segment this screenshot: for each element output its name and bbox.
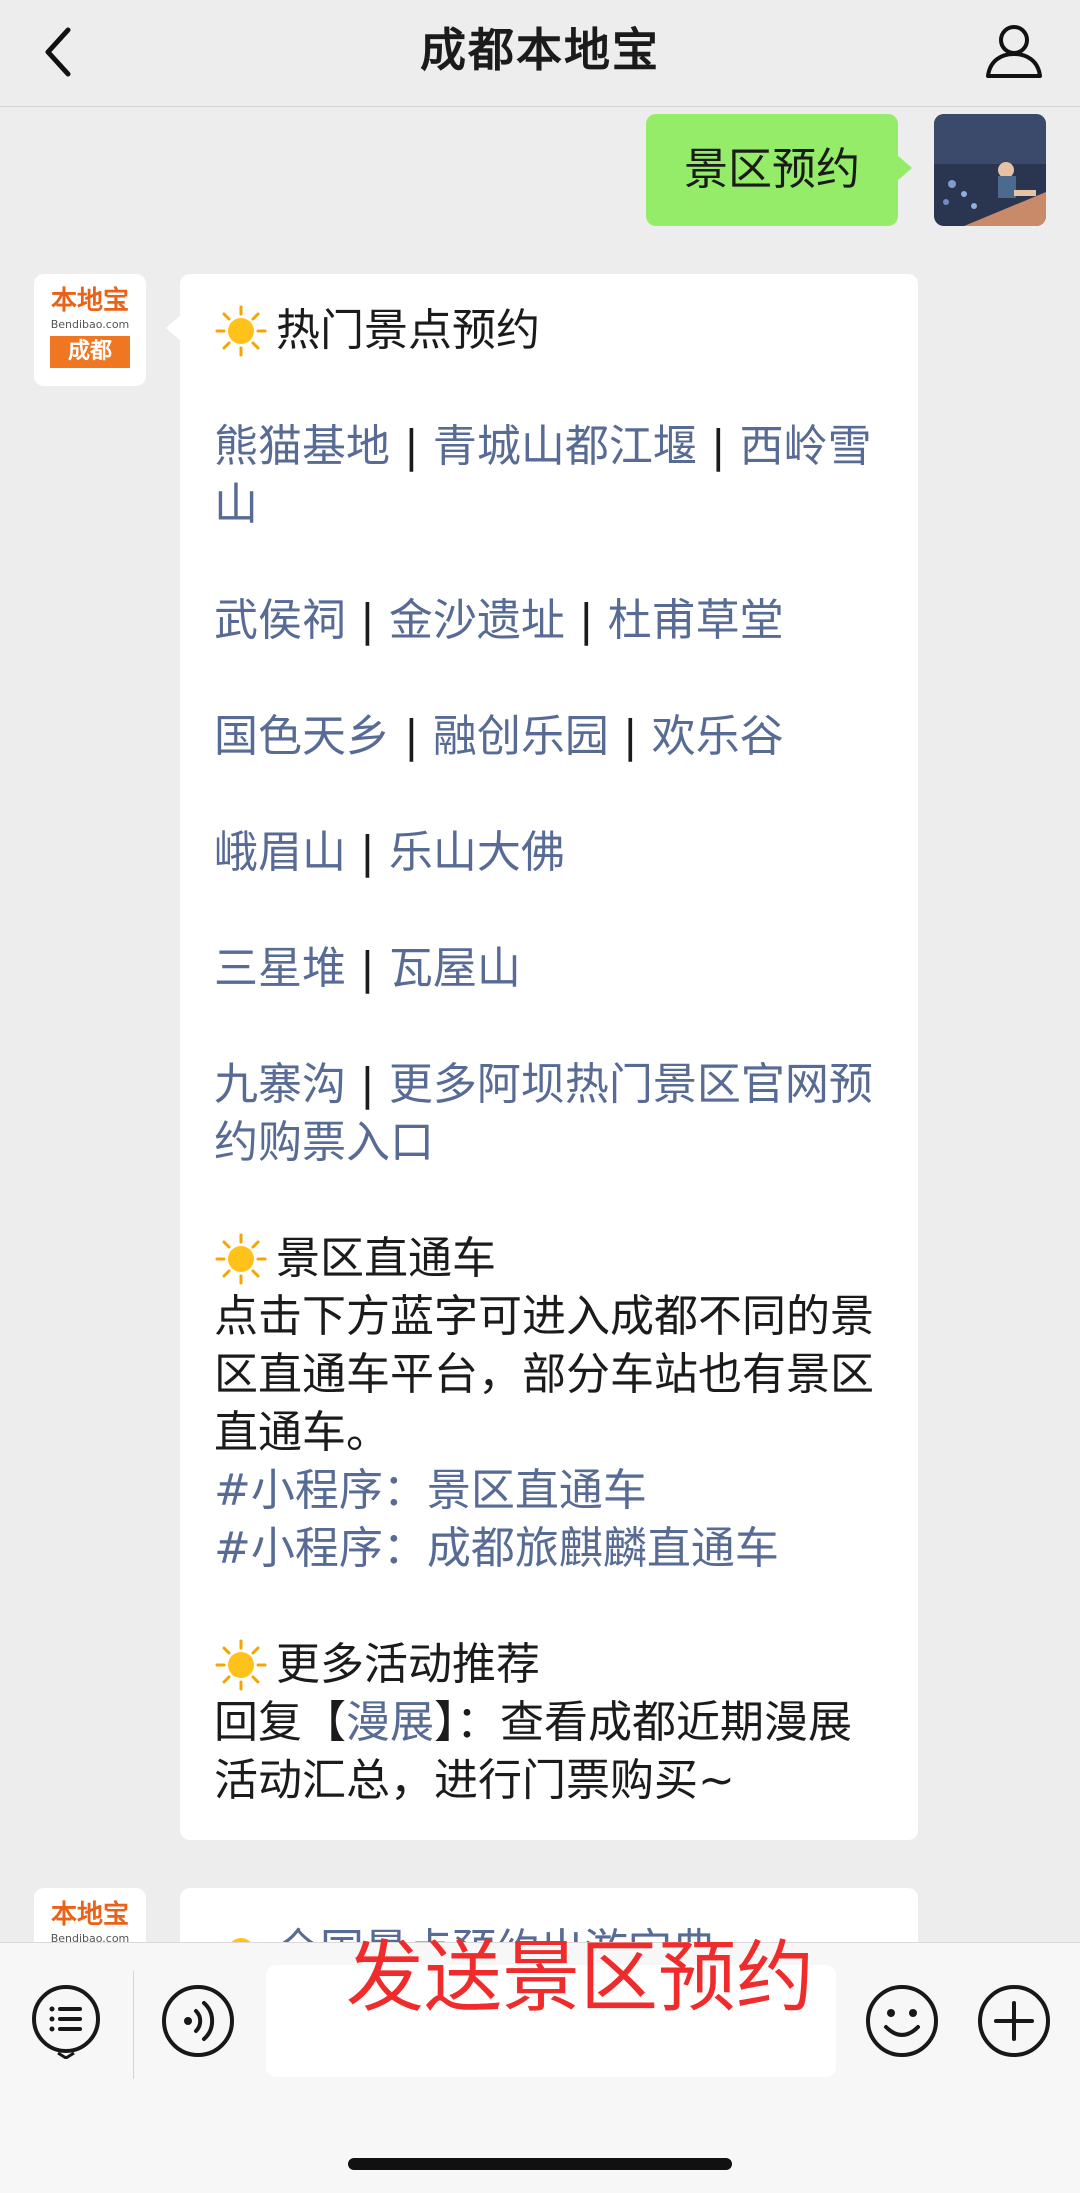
link-emei-mountain[interactable]: 峨眉山 (214, 827, 346, 878)
section-title-shuttle: 景区直通车 (276, 1233, 496, 1284)
link-line-3: 国色天乡 | 融创乐园 | 欢乐谷 (214, 711, 784, 762)
link-jiuzhaigou[interactable]: 九寨沟 (214, 1059, 346, 1110)
home-indicator[interactable] (348, 2158, 732, 2170)
emoji-icon[interactable] (864, 1983, 940, 2059)
menu-list-icon[interactable] (28, 1983, 104, 2059)
annotation-overlay-text: 发送景区预约 (346, 1933, 815, 2023)
section-head-events: 更多活动推荐 (214, 1636, 894, 1694)
link-dufu-cottage[interactable]: 杜甫草堂 (608, 595, 784, 646)
link-line-4: 峨眉山 | 乐山大佛 (214, 827, 565, 878)
section-head-shuttle: 景区直通车 (214, 1230, 894, 1288)
user-avatar-image (934, 114, 1046, 226)
link-line-2: 武侯祠 | 金沙遗址 | 杜甫草堂 (214, 595, 784, 646)
mini-program-link-qilin[interactable]: #小程序：成都旅麒麟直通车 (214, 1520, 894, 1578)
chat-header: 成都本地宝 (0, 0, 1080, 107)
voice-input-icon[interactable] (160, 1983, 236, 2059)
link-line-1: 熊猫基地 | 青城山都江堰 | 西岭雪山 (214, 421, 872, 530)
link-happy-valley[interactable]: 欢乐谷 (652, 711, 784, 762)
reply-instruction: 回复【漫展】：查看成都近期漫展活动汇总，进行门票购买~ (214, 1697, 852, 1806)
link-guose-tianxiang[interactable]: 国色天乡 (214, 711, 390, 762)
bubble-tail (896, 154, 912, 182)
link-sanxingdui[interactable]: 三星堆 (214, 943, 346, 994)
bot-avatar[interactable]: 本地宝 Bendibao.com 成都 (34, 274, 146, 386)
shuttle-description: 点击下方蓝字可进入成都不同的景区直通车平台，部分车站也有景区直通车。 (214, 1291, 874, 1458)
mini-program-link-shuttle[interactable]: #小程序：景区直通车 (214, 1462, 894, 1520)
link-jinsha-site[interactable]: 金沙遗址 (389, 595, 565, 646)
sun-icon (215, 1233, 267, 1285)
link-sunac-park[interactable]: 融创乐园 (433, 711, 609, 762)
brand-url: Bendibao.com (50, 318, 130, 331)
section-title-events: 更多活动推荐 (276, 1639, 540, 1690)
link-line-5: 三星堆 | 瓦屋山 (214, 943, 521, 994)
link-wuhou-temple[interactable]: 武侯祠 (214, 595, 346, 646)
brand-city: 成都 (50, 336, 130, 368)
user-avatar[interactable] (934, 114, 1046, 226)
link-line-6: 九寨沟 | 更多阿坝热门景区官网预约购票入口 (214, 1059, 873, 1168)
plus-icon[interactable] (976, 1983, 1052, 2059)
outgoing-message-text: 景区预约 (684, 144, 860, 195)
chat-title: 成都本地宝 (420, 23, 660, 77)
link-leshan-buddha[interactable]: 乐山大佛 (389, 827, 565, 878)
bubble-tail (166, 314, 182, 342)
link-qingcheng-dujiangyan[interactable]: 青城山都江堰 (433, 421, 697, 472)
section-title-hot-spots: 热门景点预约 (276, 305, 540, 356)
profile-icon[interactable] (982, 18, 1046, 82)
link-wawu-mountain[interactable]: 瓦屋山 (389, 943, 521, 994)
sun-icon (215, 305, 267, 357)
outgoing-message-bubble[interactable]: 景区预约 (646, 114, 912, 226)
link-panda-base[interactable]: 熊猫基地 (214, 421, 390, 472)
reply-keyword-link[interactable]: 漫展 (346, 1697, 434, 1748)
incoming-message-card: 热门景点预约 熊猫基地 | 青城山都江堰 | 西岭雪山 武侯祠 | 金沙遗址 |… (166, 274, 918, 1840)
sun-icon (215, 1639, 267, 1691)
brand-logo-text: 本地宝 (50, 286, 129, 316)
bar-divider (133, 1971, 134, 2079)
brand-logo-text: 本地宝 (50, 1900, 129, 1930)
